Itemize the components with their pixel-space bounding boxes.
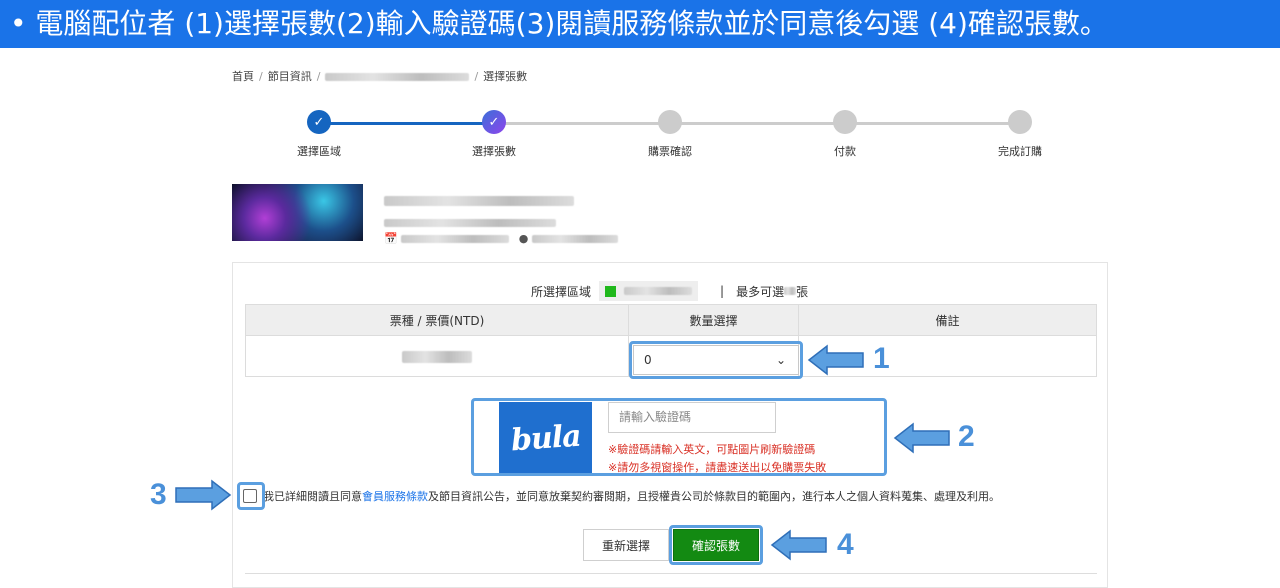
check-icon: ✓ bbox=[482, 110, 506, 134]
selected-area-label: 所選擇區域 bbox=[531, 284, 592, 299]
arrow-left-icon bbox=[770, 529, 827, 561]
separator: | bbox=[720, 284, 725, 298]
breadcrumb: 首頁 / 節目資訊 / / 選擇張數 bbox=[232, 70, 528, 83]
terms-text-before: 我已詳細閱讀且同意 bbox=[263, 490, 362, 503]
selected-area-chip bbox=[599, 281, 699, 301]
max-tickets-label: 最多可選 bbox=[736, 284, 785, 299]
marker-number-4: 4 bbox=[837, 528, 854, 561]
step-confirm: 購票確認 bbox=[610, 110, 730, 159]
step-payment: 付款 bbox=[785, 110, 905, 159]
step-dot bbox=[833, 110, 857, 134]
highlight-box-checkbox bbox=[237, 482, 265, 510]
step-label: 付款 bbox=[834, 145, 856, 158]
highlight-box-captcha bbox=[471, 398, 887, 476]
calendar-icon: 📅 bbox=[384, 232, 398, 245]
selected-area-row: 所選擇區域 | 最多可選 張 bbox=[531, 281, 808, 301]
instruction-banner: • 電腦配位者 (1)選擇張數(2)輸入驗證碼(3)閱讀服務條款並於同意後勾選 … bbox=[0, 0, 1280, 48]
marker-number-3: 3 bbox=[150, 478, 167, 511]
location-pin-icon: ● bbox=[518, 232, 529, 245]
step-label: 購票確認 bbox=[648, 145, 692, 158]
column-header-quantity: 數量選擇 bbox=[628, 304, 799, 336]
marker-number-2: 2 bbox=[958, 420, 975, 453]
step-dot bbox=[1008, 110, 1032, 134]
divider bbox=[245, 573, 1097, 574]
event-venue-redacted bbox=[531, 235, 618, 243]
max-tickets-redacted bbox=[784, 287, 797, 295]
member-terms-link[interactable]: 會員服務條款 bbox=[362, 488, 428, 504]
terms-agreement: 我已詳細閱讀且同意 會員服務條款 及節目資訊公告，並同意放棄契約審閱期，且授權貴公司… bbox=[243, 488, 1000, 504]
event-meta: 📅 ● bbox=[384, 232, 618, 245]
table-header-row: 票種 / 票價(NTD) 數量選擇 備註 bbox=[245, 304, 1097, 336]
terms-text-after: 及節目資訊公告，並同意放棄契約審閱期，且授權貴公司於條款目的範圍內，進行本人之個… bbox=[428, 490, 1000, 503]
event-date-redacted bbox=[401, 235, 510, 243]
stepper-track-pending bbox=[494, 122, 1020, 125]
event-title-redacted bbox=[384, 190, 574, 209]
column-header-note: 備註 bbox=[798, 304, 1097, 336]
reset-button[interactable]: 重新選擇 bbox=[583, 529, 669, 561]
arrow-right-icon bbox=[175, 479, 232, 511]
marker-number-1: 1 bbox=[873, 342, 890, 375]
max-tickets-unit: 張 bbox=[796, 284, 809, 299]
step-label: 選擇區域 bbox=[297, 145, 341, 158]
step-select-area: ✓ 選擇區域 bbox=[259, 110, 379, 159]
area-color-swatch bbox=[605, 285, 617, 297]
ticket-price-redacted bbox=[402, 350, 472, 363]
breadcrumb-program[interactable]: 節目資訊 bbox=[268, 70, 312, 83]
step-label: 完成訂購 bbox=[998, 145, 1042, 158]
highlight-box-quantity bbox=[629, 341, 803, 379]
step-label: 選擇張數 bbox=[472, 145, 516, 158]
breadcrumb-home[interactable]: 首頁 bbox=[232, 70, 254, 83]
step-complete: 完成訂購 bbox=[960, 110, 1080, 159]
progress-stepper: ✓ 選擇區域 ✓ 選擇張數 購票確認 付款 完成訂購 bbox=[232, 110, 1108, 170]
arrow-left-icon bbox=[807, 344, 864, 376]
step-select-quantity: ✓ 選擇張數 bbox=[434, 110, 554, 159]
ticket-price-cell bbox=[245, 335, 629, 377]
check-icon: ✓ bbox=[307, 110, 331, 134]
arrow-left-icon bbox=[893, 422, 950, 454]
breadcrumb-event-redacted[interactable] bbox=[325, 73, 470, 81]
breadcrumb-current: 選擇張數 bbox=[483, 70, 528, 83]
highlight-box-confirm bbox=[669, 525, 763, 565]
step-dot bbox=[658, 110, 682, 134]
event-thumbnail bbox=[232, 184, 363, 241]
event-subtitle-redacted bbox=[384, 212, 556, 231]
area-name-redacted bbox=[624, 287, 693, 295]
column-header-price: 票種 / 票價(NTD) bbox=[245, 304, 629, 336]
ticket-panel: 所選擇區域 | 最多可選 張 票種 / 票價(NTD) 數量選擇 備註 0 ⌄ … bbox=[232, 262, 1108, 588]
